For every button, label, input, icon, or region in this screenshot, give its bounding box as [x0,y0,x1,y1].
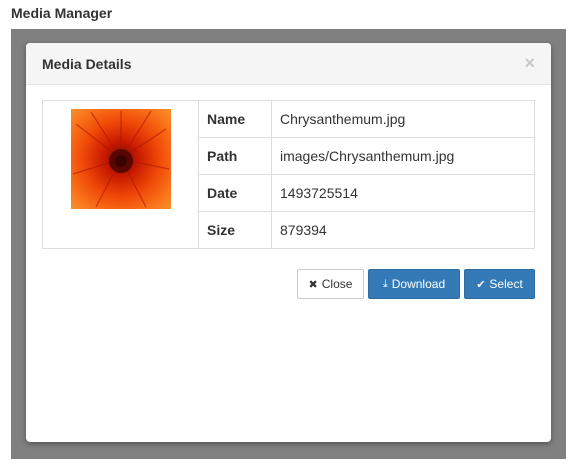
select-button-label: Select [489,277,523,291]
media-details-modal: Media Details × Name Chrysanthemum.jpg P… [26,43,551,442]
row-label-size: Size [198,211,272,249]
row-label-path: Path [198,137,272,175]
thumbnail-cell [42,100,199,249]
select-button[interactable]: ✔ Select [464,269,535,299]
row-value-name: Chrysanthemum.jpg [271,100,535,138]
download-button[interactable]: ⤓ Download [368,269,460,299]
close-icon: ✖ [308,278,318,291]
download-button-label: Download [391,277,446,291]
close-button[interactable]: ✖ Close [297,269,364,299]
row-value-size: 879394 [271,211,535,249]
row-label-name: Name [198,100,272,138]
details-table: Name Chrysanthemum.jpg Path images/Chrys… [42,100,535,249]
page-title: Media Manager [11,5,113,21]
close-button-label: Close [321,277,353,291]
download-icon: ⤓ [382,277,388,290]
table-row: Name Chrysanthemum.jpg [42,100,535,249]
modal-title: Media Details [42,56,132,72]
row-value-date: 1493725514 [271,174,535,212]
row-label-date: Date [198,174,272,212]
thumbnail-image [71,109,171,209]
close-icon[interactable]: × [524,53,535,73]
check-icon: ✔ [476,278,486,291]
row-value-path: images/Chrysanthemum.jpg [271,137,535,175]
modal-header: Media Details × [26,43,551,85]
